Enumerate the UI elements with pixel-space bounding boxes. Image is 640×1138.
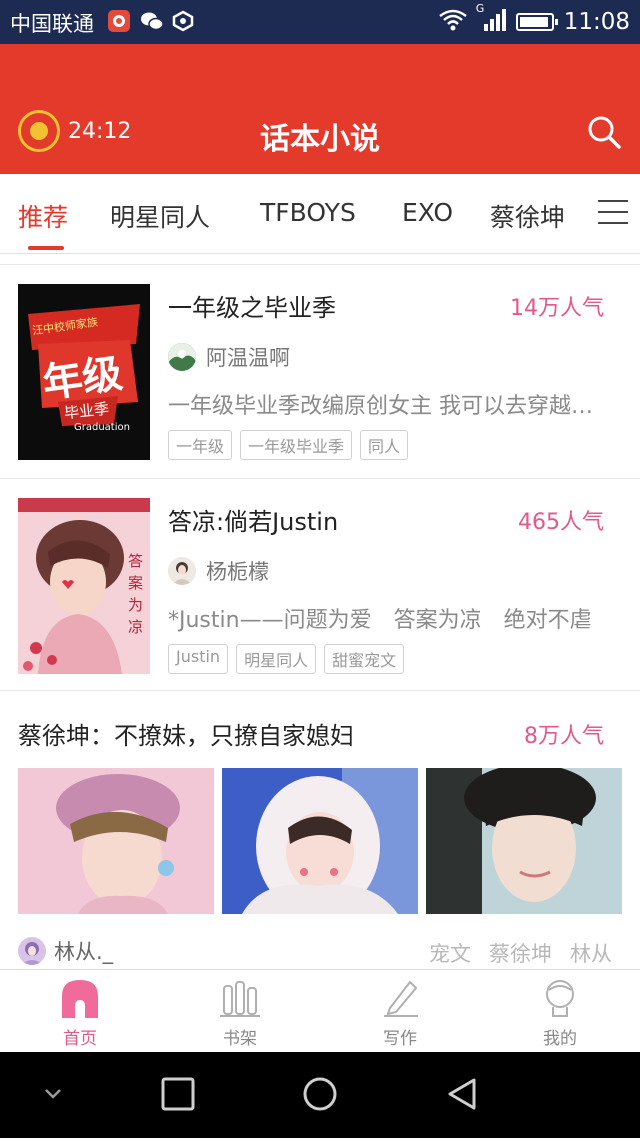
- book-title: 答凉:倘若Justin: [168, 508, 339, 536]
- tag[interactable]: 林从: [570, 938, 612, 968]
- shield-app-icon: [172, 10, 194, 32]
- popularity: 8万人气: [524, 724, 604, 749]
- wechat-icon: [140, 10, 164, 32]
- active-tab-indicator: [28, 246, 64, 250]
- author[interactable]: 杨栀檬: [168, 556, 269, 586]
- nav-home[interactable]: 首页: [40, 978, 120, 1049]
- book-cover: 汪中校师家族 年级 毕业季 Graduation: [18, 284, 150, 460]
- wifi-icon: [438, 8, 468, 36]
- post-author[interactable]: 林从._: [18, 936, 113, 966]
- tag[interactable]: 甜蜜宠文: [324, 644, 405, 674]
- battery-icon: [515, 13, 558, 31]
- home-button[interactable]: [302, 1076, 338, 1112]
- nav-bookshelf[interactable]: 书架: [200, 978, 280, 1049]
- cover-side-text: 答案为凉: [128, 552, 144, 636]
- tag-list: Justin 明星同人 甜蜜宠文: [168, 644, 405, 674]
- tag[interactable]: 蔡徐坤: [489, 938, 552, 968]
- network-type: G: [475, 2, 485, 15]
- signal-icon: G: [476, 2, 506, 36]
- popularity: 14万人气: [510, 296, 604, 321]
- clock: 11:08: [563, 9, 630, 35]
- book-description: *Justin——问题为爱 答案为凉 绝对不虐: [168, 608, 592, 633]
- tab-recommend[interactable]: 推荐: [18, 198, 68, 234]
- app-title: 话本小说: [260, 122, 380, 157]
- avatar: [168, 343, 196, 371]
- book-description: 一年级毕业季改编原创女主 我可以去穿越时空: [168, 394, 613, 419]
- post-photo[interactable]: [18, 768, 214, 914]
- post-tags: 宠文 蔡徐坤 林从: [429, 938, 612, 968]
- author-name: 杨栀檬: [206, 560, 269, 584]
- tag[interactable]: 宠文: [429, 938, 471, 968]
- tag[interactable]: Justin: [168, 644, 229, 674]
- menu-icon[interactable]: [598, 200, 628, 226]
- carrier-name: 中国联通: [10, 12, 94, 36]
- cover-main-text: 年级: [39, 350, 126, 408]
- music-app-icon: [108, 10, 130, 32]
- book-title: 一年级之毕业季: [168, 294, 336, 322]
- back-button[interactable]: [444, 1076, 480, 1112]
- tag[interactable]: 一年级: [168, 430, 233, 460]
- nav-label: 我的: [543, 1029, 577, 1049]
- bookshelf-icon: [200, 978, 280, 1018]
- status-bar: 中国联通 G 11:08: [0, 0, 640, 44]
- tab-exo[interactable]: EXO: [402, 198, 453, 227]
- recents-button[interactable]: [160, 1076, 196, 1112]
- system-nav-bar: [0, 1052, 640, 1138]
- home-icon: [40, 978, 120, 1018]
- post-photo[interactable]: [222, 768, 418, 914]
- post-title[interactable]: 蔡徐坤：不撩妹，只撩自家媳妇: [18, 716, 354, 751]
- status-right: G 11:08: [438, 2, 630, 38]
- nav-write[interactable]: 写作: [360, 978, 440, 1049]
- popularity: 465人气: [518, 510, 604, 535]
- profile-icon: [520, 978, 600, 1018]
- category-tabs: 推荐 明星同人 TFBOYS EXO 蔡徐坤: [0, 174, 640, 254]
- tab-tfboys[interactable]: TFBOYS: [260, 198, 356, 227]
- collapse-icon[interactable]: [42, 1086, 64, 1102]
- search-icon[interactable]: [586, 114, 622, 150]
- tag[interactable]: 一年级毕业季: [240, 430, 353, 460]
- tag-list: 一年级 一年级毕业季 同人: [168, 430, 409, 460]
- tag[interactable]: 明星同人: [236, 644, 317, 674]
- post-photo[interactable]: [426, 768, 622, 914]
- tag[interactable]: 同人: [360, 430, 409, 460]
- divider: [0, 690, 640, 691]
- nav-label: 写作: [383, 1029, 417, 1049]
- author-name: 林从._: [54, 940, 114, 964]
- book-item[interactable]: 答案为凉 答凉:倘若Justin 465人气 杨栀檬 *Justin——问题为爱…: [0, 478, 640, 690]
- book-item[interactable]: 汪中校师家族 年级 毕业季 Graduation 一年级之毕业季 14万人气 阿…: [0, 264, 640, 478]
- nav-label: 书架: [223, 1029, 257, 1049]
- tab-caixukun[interactable]: 蔡徐坤: [490, 198, 565, 234]
- bottom-nav: 首页 书架 写作 我的: [0, 969, 640, 1052]
- author-name: 阿温温啊: [206, 346, 290, 370]
- book-cover: 答案为凉: [18, 498, 150, 674]
- avatar: [18, 937, 46, 965]
- nav-label: 首页: [63, 1029, 97, 1049]
- avatar: [168, 557, 196, 585]
- nav-profile[interactable]: 我的: [520, 978, 600, 1049]
- tab-star-fanfic[interactable]: 明星同人: [110, 198, 210, 234]
- pen-icon: [360, 978, 440, 1018]
- cover-en-text: Graduation: [74, 422, 130, 433]
- author[interactable]: 阿温温啊: [168, 342, 290, 372]
